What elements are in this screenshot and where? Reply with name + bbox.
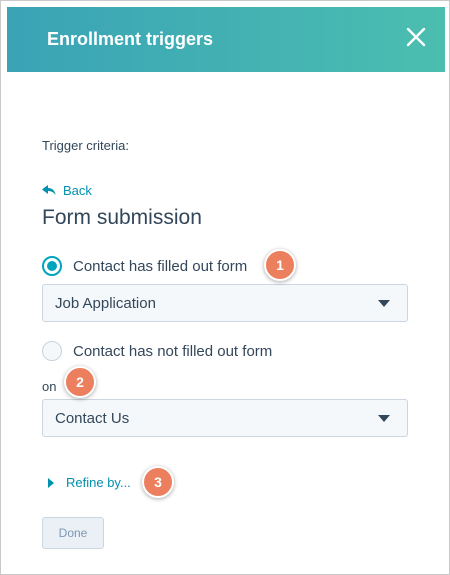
callout-badge-1: 1 [264,249,296,281]
on-label: on [42,379,57,394]
form-select-value: Job Application [55,294,156,312]
enrollment-triggers-panel: Enrollment triggers Trigger criteria: Ba… [0,0,450,575]
form-select-dropdown[interactable]: Job Application [42,284,408,322]
back-arrow-icon [42,185,56,196]
radio-not-filled-out-form-label: Contact has not filled out form [73,342,273,360]
section-title: Form submission [42,206,202,229]
radio-not-filled-out-form[interactable]: Contact has not filled out form [42,341,272,361]
done-button[interactable]: Done [42,517,104,549]
triangle-right-icon [48,477,54,488]
radio-filled-out-form-label: Contact has filled out form [73,257,248,275]
chevron-down-icon [378,300,390,307]
radio-filled-out-form[interactable]: Contact has filled out form [42,256,247,276]
radio-button-checked[interactable] [42,256,62,276]
refine-by-label: Refine by... [66,475,131,490]
refine-by-link[interactable]: Refine by... [48,475,131,490]
back-link[interactable]: Back [42,183,92,198]
close-icon[interactable] [405,26,427,48]
page-select-value: Contact Us [55,409,130,427]
callout-badge-2: 2 [64,366,96,398]
page-select-dropdown[interactable]: Contact Us [42,399,408,437]
callout-badge-3: 3 [142,466,174,498]
chevron-down-icon [378,415,390,422]
panel-header: Enrollment triggers [7,7,445,72]
panel-title: Enrollment triggers [47,29,214,49]
radio-button-unchecked[interactable] [42,341,62,361]
trigger-criteria-label: Trigger criteria: [42,138,129,153]
back-link-label: Back [63,183,92,198]
